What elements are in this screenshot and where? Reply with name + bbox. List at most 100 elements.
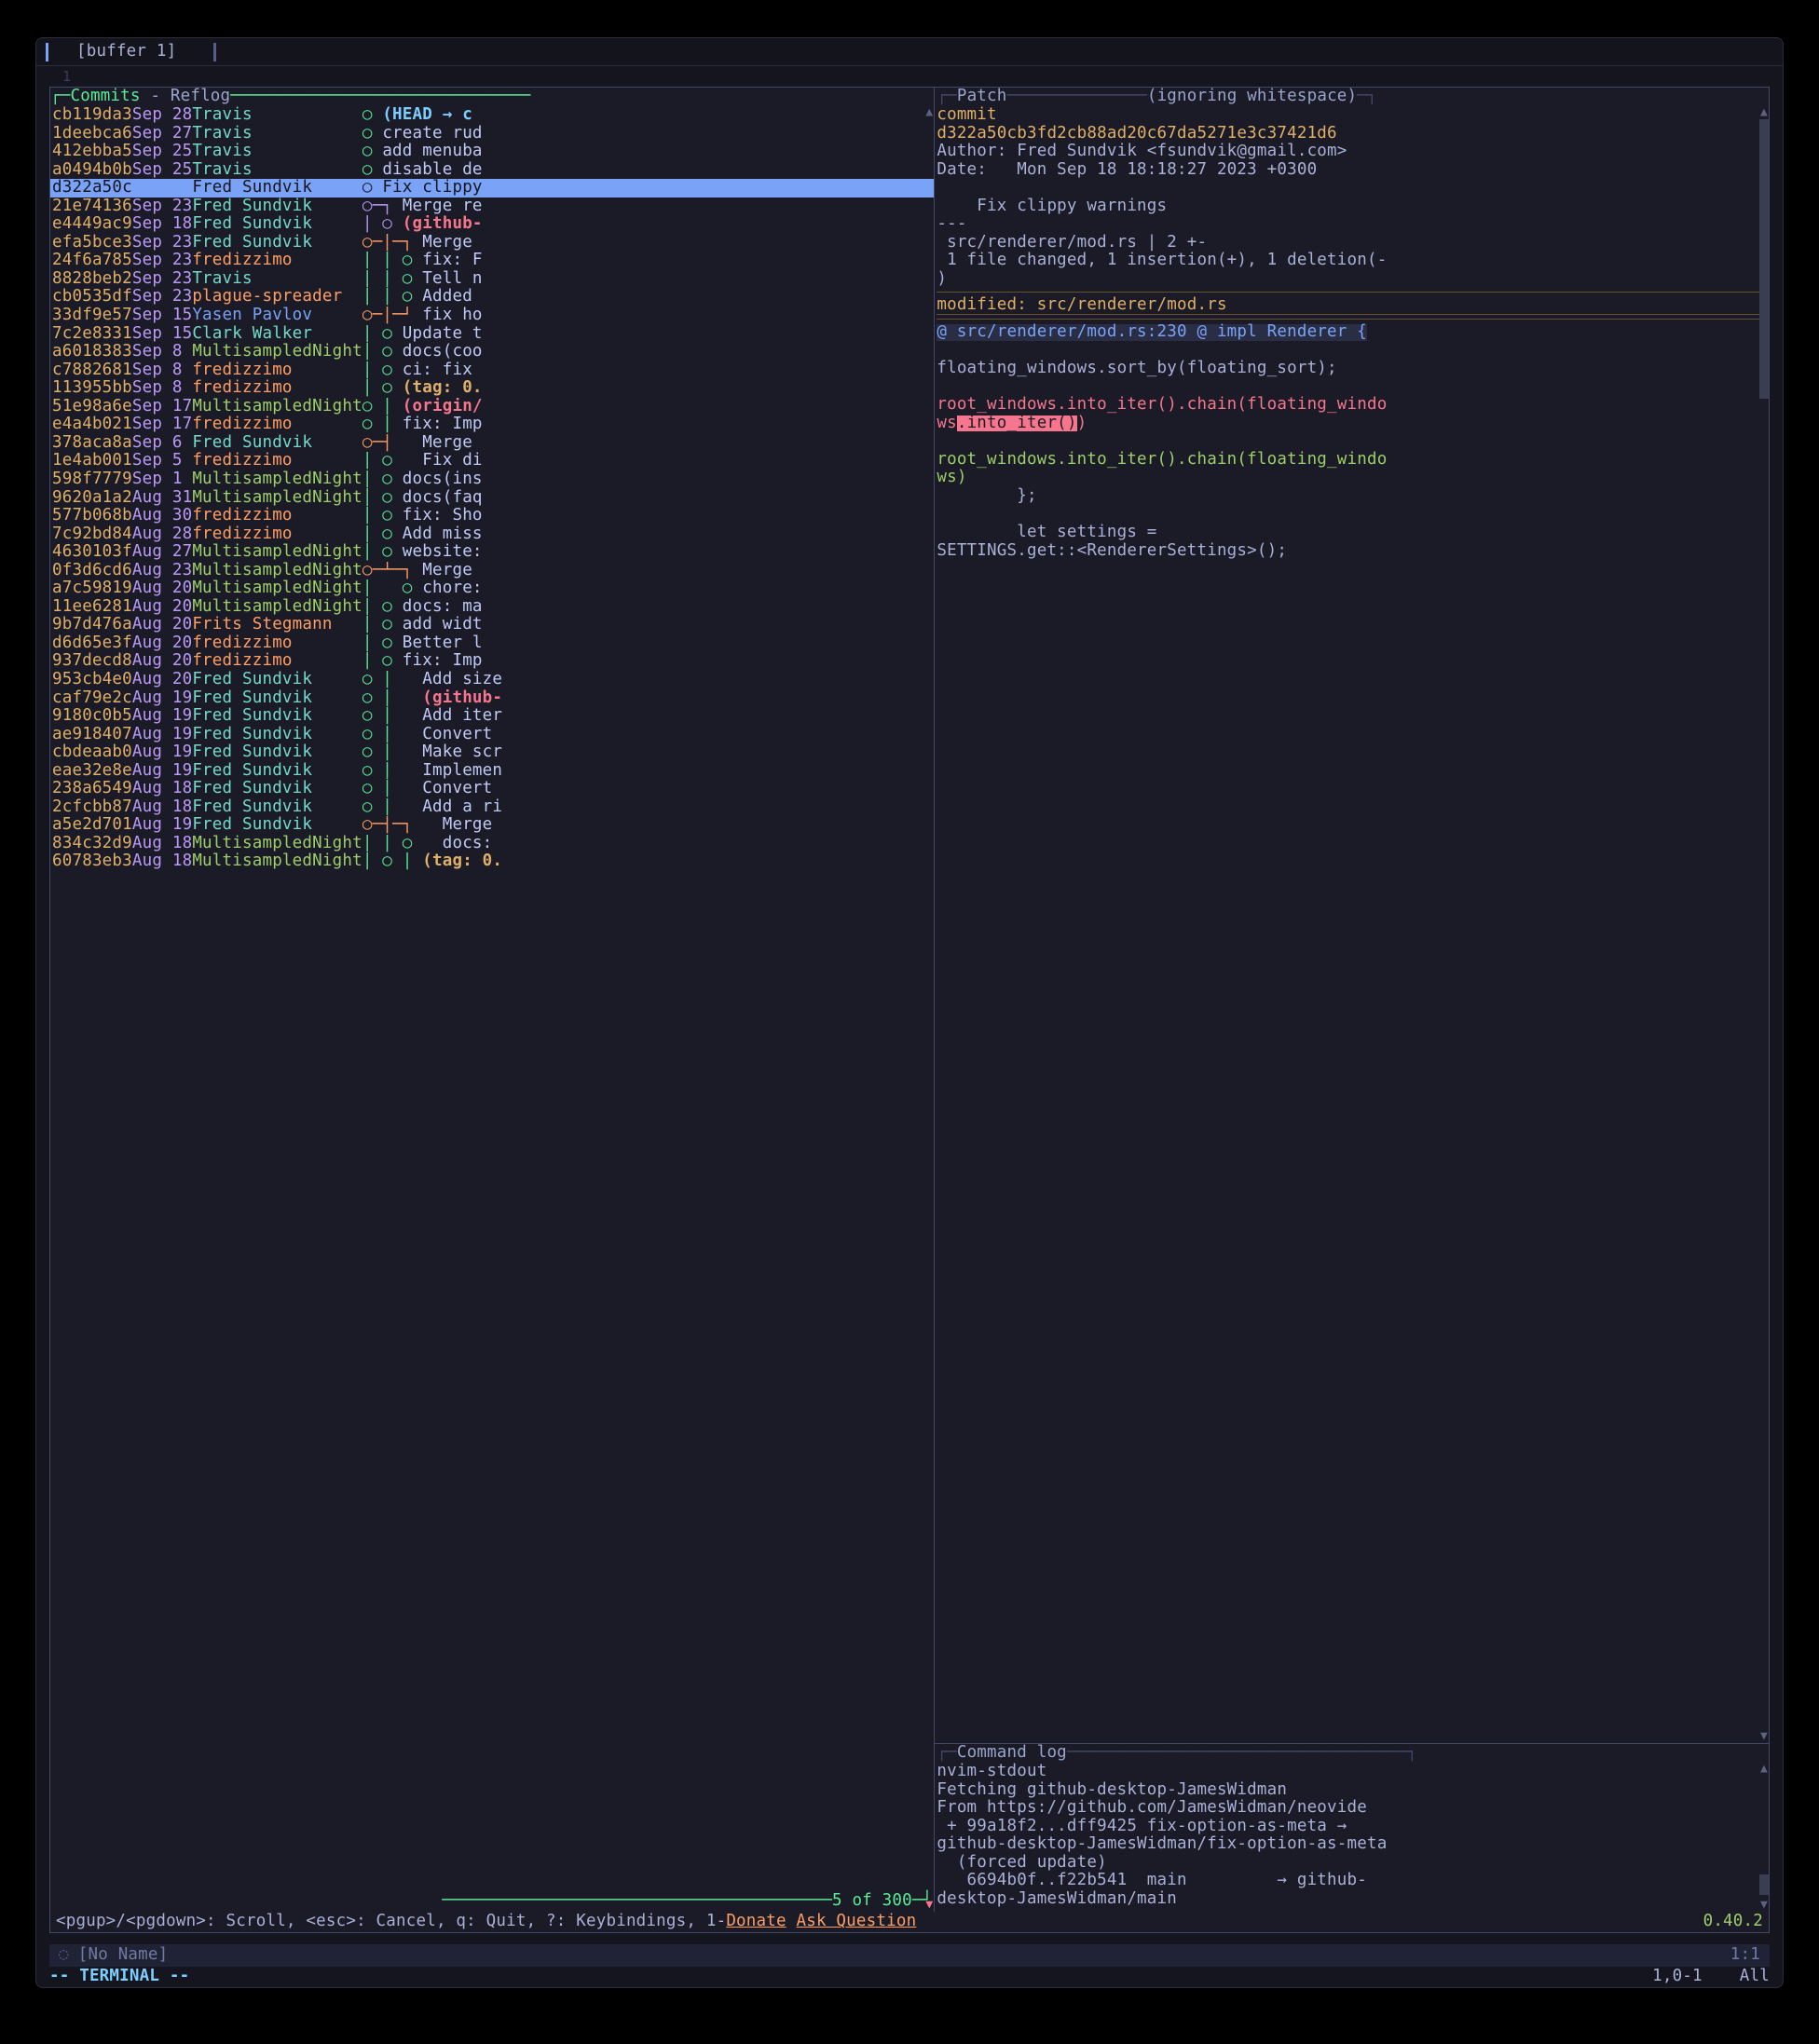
commit-row[interactable]: 577b068b Aug 30 fredizzimo │ ○ fix: Sho (50, 507, 934, 525)
commit-list[interactable]: cb119da3 Sep 28 Travis ○ (HEAD → c1deebc… (50, 106, 934, 1893)
commit-row[interactable]: 7c92bd84 Aug 28 fredizzimo │ ○ Add miss (50, 525, 934, 544)
commit-row[interactable]: 60783eb3 Aug 18 MultisampledNight │ ○ │ … (50, 852, 934, 871)
commit-row[interactable]: 412ebba5 Sep 25 Travis ○ add menuba (50, 143, 934, 161)
tab-separator (213, 43, 216, 61)
patch-line: commit (937, 106, 1763, 125)
commit-row[interactable]: a6018383 Sep 8 MultisampledNight │ ○ doc… (50, 343, 934, 361)
commit-row[interactable]: 2cfcbb87 Aug 18 Fred Sundvik ○ │ Add a r… (50, 798, 934, 817)
commit-row[interactable]: 0f3d6cd6 Aug 23 MultisampledNight ○─┴─┐ … (50, 562, 934, 580)
commit-row[interactable]: 953cb4e0 Aug 20 Fred Sundvik ○ │ Add siz… (50, 671, 934, 689)
patch-line: modified: src/renderer/mod.rs (937, 296, 1763, 315)
patch-line: root_windows.into_iter().chain(floating_… (937, 451, 1763, 470)
ask-question-link[interactable]: Ask Question (796, 1914, 916, 1930)
commit-row[interactable]: 51e98a6e Sep 17 MultisampledNight ○ │ (o… (50, 398, 934, 416)
right-column: ┌─Patch──────────────(ignoring whitespac… (935, 88, 1769, 1912)
commit-row[interactable]: 24f6a785 Sep 23 fredizzimo │ │ ○ fix: F (50, 252, 934, 270)
version-label: 0.40.2 (1703, 1914, 1763, 1930)
scroll-up-icon[interactable]: ▲ (1759, 106, 1769, 119)
commit-row[interactable]: a7c59819 Aug 20 MultisampledNight │ ○ ch… (50, 579, 934, 598)
scroll-down-icon[interactable]: ▼ (1759, 1899, 1769, 1912)
scroll-down-icon[interactable]: ▼ (1759, 1730, 1769, 1743)
patch-line (937, 342, 1763, 361)
patch-scrollbar[interactable]: ▲ ▼ (1759, 106, 1769, 1743)
cursor-position: 1:1 (1730, 1947, 1760, 1964)
command-log-title: ┌─Command log───────────────────────────… (935, 1744, 1769, 1763)
lazygit-main[interactable]: ┌─Commits - Reflog──────────────────────… (49, 87, 1770, 1933)
commit-row[interactable]: a5e2d701 Aug 19 Fred Sundvik ○─┤─┐ Merge (50, 816, 934, 835)
commit-row[interactable]: e4449ac9 Sep 18 Fred Sundvik │ ○ (github… (50, 215, 934, 234)
commit-row[interactable]: 113955bb Sep 8 fredizzimo │ ○ (tag: 0. (50, 379, 934, 398)
cmdlog-scrollbar[interactable]: ▲ ▼ (1759, 1763, 1769, 1912)
commit-row[interactable]: d6d65e3f Aug 20 fredizzimo │ ○ Better l (50, 634, 934, 653)
line-number: 1 (36, 66, 1783, 87)
commit-row[interactable]: 9b7d476a Aug 20 Frits Stegmann │ ○ add w… (50, 616, 934, 634)
status-line: ◌ [No Name] 1:1 (49, 1944, 1770, 1967)
commit-row[interactable]: e4a4b021 Sep 17 fredizzimo ○ │ fix: Imp (50, 416, 934, 434)
command-log-body: nvim-stdoutFetching github-desktop-James… (935, 1763, 1769, 1912)
command-log-line: nvim-stdout (937, 1763, 1755, 1781)
commit-row[interactable]: 834c32d9 Aug 18 MultisampledNight │ │ ○ … (50, 835, 934, 853)
commits-scrollbar[interactable]: ▲ ▼ (924, 106, 934, 1912)
commit-row[interactable]: cb0535df Sep 23 plague-spreader │ │ ○ Ad… (50, 288, 934, 307)
command-log-line: Fetching github-desktop-JamesWidman (937, 1781, 1755, 1800)
patch-line: ws) (937, 469, 1763, 487)
tab-indicator (46, 43, 48, 61)
commits-panel[interactable]: ┌─Commits - Reflog──────────────────────… (50, 88, 935, 1912)
commit-row[interactable]: 11ee6281 Aug 20 MultisampledNight │ ○ do… (50, 598, 934, 617)
commit-row[interactable]: 598f7779 Sep 1 MultisampledNight │ ○ doc… (50, 470, 934, 489)
scroll-thumb[interactable] (1759, 1874, 1769, 1895)
commit-row[interactable]: c7882681 Sep 8 fredizzimo │ ○ ci: fix (50, 361, 934, 380)
commit-row[interactable]: cb119da3 Sep 28 Travis ○ (HEAD → c (50, 106, 934, 125)
commit-row[interactable]: 1e4ab001 Sep 5 fredizzimo │ ○ Fix di (50, 452, 934, 470)
commits-title: ┌─Commits - Reflog──────────────────────… (50, 88, 934, 106)
patch-panel[interactable]: ┌─Patch──────────────(ignoring whitespac… (935, 88, 1769, 1744)
commit-row[interactable]: 33df9e57 Sep 15 Yasen Pavlov ○─│─┘ fix h… (50, 307, 934, 325)
patch-title: ┌─Patch──────────────(ignoring whitespac… (935, 88, 1769, 106)
commit-row[interactable]: efa5bce3 Sep 23 Fred Sundvik ○─│─┐ Merge (50, 234, 934, 252)
patch-line: Author: Fred Sundvik <fsundvik@gmail.com… (937, 143, 1763, 161)
patch-body[interactable]: commitd322a50cb3fd2cb88ad20c67da5271e3c3… (935, 106, 1769, 1743)
commit-row[interactable]: eae32e8e Aug 19 Fred Sundvik ○ │ Impleme… (50, 762, 934, 781)
commit-row[interactable]: 4630103f Aug 27 MultisampledNight │ ○ we… (50, 543, 934, 562)
scroll-thumb[interactable] (1759, 119, 1769, 399)
patch-line (937, 179, 1763, 198)
help-text: <pgup>/<pgdown>: Scroll, <esc>: Cancel, … (56, 1914, 726, 1930)
commit-row[interactable]: 9620a1a2 Aug 31 MultisampledNight │ ○ do… (50, 488, 934, 507)
command-log-line: From https://github.com/JamesWidman/neov… (937, 1799, 1755, 1818)
commit-row[interactable]: 9180c0b5 Aug 19 Fred Sundvik ○ │ Add ite… (50, 707, 934, 726)
commit-row[interactable]: 937decd8 Aug 20 fredizzimo │ ○ fix: Imp (50, 652, 934, 671)
file-icon: ◌ (59, 1947, 69, 1964)
patch-line: Date: Mon Sep 18 18:18:27 2023 +0300 (937, 161, 1763, 180)
commit-row[interactable]: 7c2e8331 Sep 15 Clark Walker │ ○ Update … (50, 325, 934, 344)
mode-indicator: -- TERMINAL -- (49, 1969, 189, 1985)
commit-row[interactable]: caf79e2c Aug 19 Fred Sundvik ○ │ (github… (50, 689, 934, 708)
tab-label[interactable]: [buffer 1] (76, 44, 176, 61)
patch-line: src/renderer/mod.rs | 2 +- (937, 234, 1763, 252)
donate-link[interactable]: Donate (726, 1914, 786, 1930)
patch-line (937, 505, 1763, 524)
commit-row[interactable]: ae918407 Aug 19 Fred Sundvik ○ │ Convert (50, 726, 934, 744)
commit-row[interactable]: 378aca8a Sep 6 Fred Sundvik ○─┤ Merge (50, 434, 934, 453)
scroll-up-icon[interactable]: ▲ (924, 106, 934, 119)
commit-row[interactable]: cbdeaab0 Aug 19 Fred Sundvik ○ │ Make sc… (50, 743, 934, 762)
patch-line (937, 378, 1763, 397)
commit-row[interactable]: 8828beb2 Sep 23 Travis │ │ ○ Tell n (50, 270, 934, 289)
command-log-panel[interactable]: ┌─Command log───────────────────────────… (935, 1744, 1769, 1912)
patch-line: let settings = (937, 524, 1763, 542)
command-log-line: (forced update) (937, 1854, 1755, 1873)
mode-line: -- TERMINAL -- 1,0-1 All (36, 1967, 1783, 1987)
scroll-down-icon[interactable]: ▼ (924, 1899, 934, 1912)
commits-footer: ───────────────────────────────────────5… (50, 1893, 934, 1912)
commit-row[interactable]: d322a50c Fred Sundvik ○ Fix clippy (50, 179, 934, 198)
patch-line: Fix clippy warnings (937, 198, 1763, 216)
tab-bar: [buffer 1] (36, 38, 1783, 66)
scroll-up-icon[interactable]: ▲ (1759, 1763, 1769, 1776)
patch-line: d322a50cb3fd2cb88ad20c67da5271e3c37421d6 (937, 125, 1763, 143)
commit-row[interactable]: a0494b0b Sep 25 Travis ○ disable de (50, 161, 934, 180)
ruler-cursor: 1,0-1 (1652, 1969, 1703, 1985)
ruler-extent: All (1740, 1969, 1770, 1985)
commit-row[interactable]: 238a6549 Aug 18 Fred Sundvik ○ │ Convert (50, 780, 934, 798)
commit-row[interactable]: 21e74136 Sep 23 Fred Sundvik ○─┐ Merge r… (50, 198, 934, 216)
commit-row[interactable]: 1deebca6 Sep 27 Travis ○ create rud (50, 125, 934, 143)
patch-line: --- (937, 215, 1763, 234)
